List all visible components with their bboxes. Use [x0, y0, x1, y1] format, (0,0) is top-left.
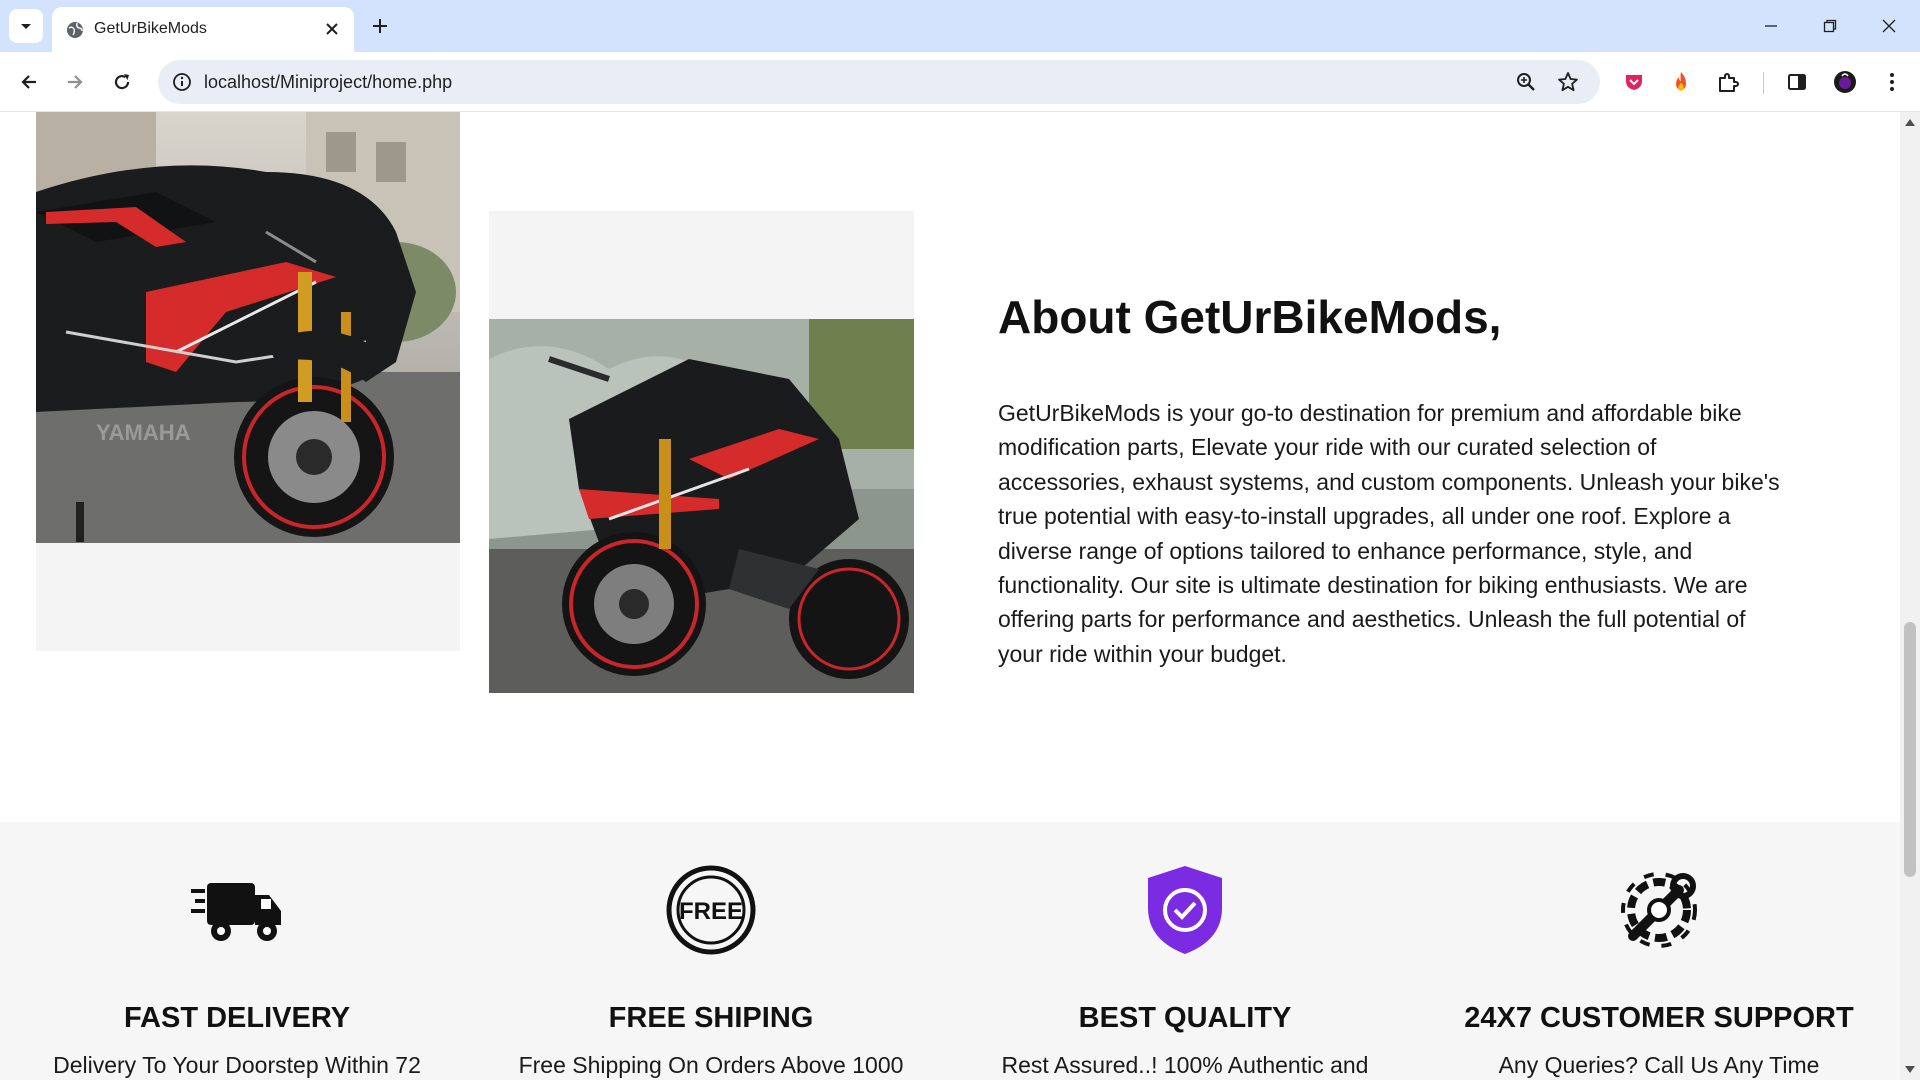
free-badge-icon: FREE — [663, 862, 759, 958]
side-panel-button[interactable] — [1779, 64, 1815, 100]
delivery-truck-icon — [189, 862, 285, 958]
star-icon — [1558, 72, 1578, 92]
profile-button[interactable] — [1827, 64, 1863, 100]
url-text[interactable]: localhost/Miniproject/home.php — [204, 72, 452, 93]
forward-button[interactable] — [57, 64, 93, 100]
puzzle-icon — [1719, 73, 1739, 92]
restore-icon — [1823, 19, 1837, 33]
yamaha-badge: YAMAHA — [96, 420, 191, 445]
about-description: GetUrBikeMods is your go-to destination … — [998, 400, 1780, 667]
browser-menu-button[interactable] — [1874, 64, 1910, 100]
zoom-button[interactable] — [1512, 68, 1540, 96]
close-icon — [1882, 19, 1896, 33]
tab-title: GetUrBikeMods — [94, 20, 207, 37]
address-bar[interactable]: localhost/Miniproject/home.php — [158, 60, 1600, 104]
triangle-down-icon — [1905, 1066, 1915, 1073]
features-section: FAST DELIVERY Delivery To Your Doorstep … — [0, 822, 1900, 1080]
browser-tab[interactable]: GetUrBikeMods — [52, 7, 354, 52]
feature-title: FAST DELIVERY — [123, 1002, 351, 1034]
toolbar-separator — [1763, 72, 1764, 94]
restore-button[interactable] — [1801, 0, 1859, 52]
shield-extension-icon — [1626, 75, 1642, 90]
scroll-up-button[interactable] — [1904, 116, 1916, 128]
close-window-button[interactable] — [1860, 0, 1918, 52]
kebab-menu-icon — [1890, 73, 1894, 91]
scrollbar-thumb[interactable] — [1904, 622, 1916, 877]
arrow-left-icon — [21, 75, 36, 89]
about-image-1: YAMAHA — [36, 112, 460, 543]
triangle-up-icon — [1905, 119, 1915, 126]
flame-extension-icon — [1676, 72, 1686, 91]
feature-title: 24X7 CUSTOMER SUPPORT — [1464, 1002, 1854, 1034]
new-tab-button[interactable] — [364, 10, 396, 42]
feature-description: Delivery To Your Doorstep Within 72 — [53, 1052, 421, 1078]
bookmark-button[interactable] — [1554, 68, 1582, 96]
gear-wrench-icon — [1611, 862, 1707, 958]
side-panel-icon — [1788, 74, 1806, 90]
about-title: About GetUrBikeMods, — [998, 291, 1502, 343]
scroll-down-button[interactable] — [1904, 1064, 1916, 1076]
plus-icon — [373, 19, 387, 33]
reload-icon — [114, 74, 130, 90]
site-info-button[interactable] — [168, 68, 196, 96]
avatar — [1834, 71, 1856, 93]
page-viewport: YAMAHA About GetUrBikeMods, GetUrBikeMod… — [0, 112, 1900, 1080]
feature-description: Rest Assured..! 100% Authentic and — [1001, 1052, 1369, 1078]
extension-button-shield[interactable] — [1616, 64, 1652, 100]
svg-text:FREE: FREE — [679, 898, 743, 925]
about-image-2 — [489, 319, 914, 693]
tab-search-button[interactable] — [9, 9, 43, 43]
feature-title: FREE SHIPING — [608, 1002, 814, 1034]
feature-description: Free Shipping On Orders Above 1000 — [518, 1052, 904, 1078]
back-button[interactable] — [11, 64, 47, 100]
info-icon — [173, 73, 191, 91]
vertical-scrollbar[interactable] — [1900, 112, 1920, 1080]
feature-description: Any Queries? Call Us Any Time — [1498, 1052, 1820, 1078]
quality-shield-icon — [1137, 862, 1233, 958]
browser-toolbar: localhost/Miniproject/home.php — [0, 52, 1920, 112]
chevron-down-icon — [21, 24, 31, 29]
minimize-button[interactable] — [1742, 0, 1800, 52]
close-icon — [326, 23, 338, 35]
extension-button-flame[interactable] — [1663, 64, 1699, 100]
reload-button[interactable] — [104, 64, 140, 100]
close-tab-button[interactable] — [320, 17, 344, 41]
zoom-icon — [1517, 73, 1535, 91]
tab-strip: GetUrBikeMods — [0, 0, 1920, 52]
extensions-menu-button[interactable] — [1710, 64, 1746, 100]
minimize-icon — [1765, 25, 1777, 27]
feature-title: BEST QUALITY — [1078, 1002, 1292, 1034]
arrow-right-icon — [68, 75, 83, 89]
globe-icon — [67, 22, 83, 38]
